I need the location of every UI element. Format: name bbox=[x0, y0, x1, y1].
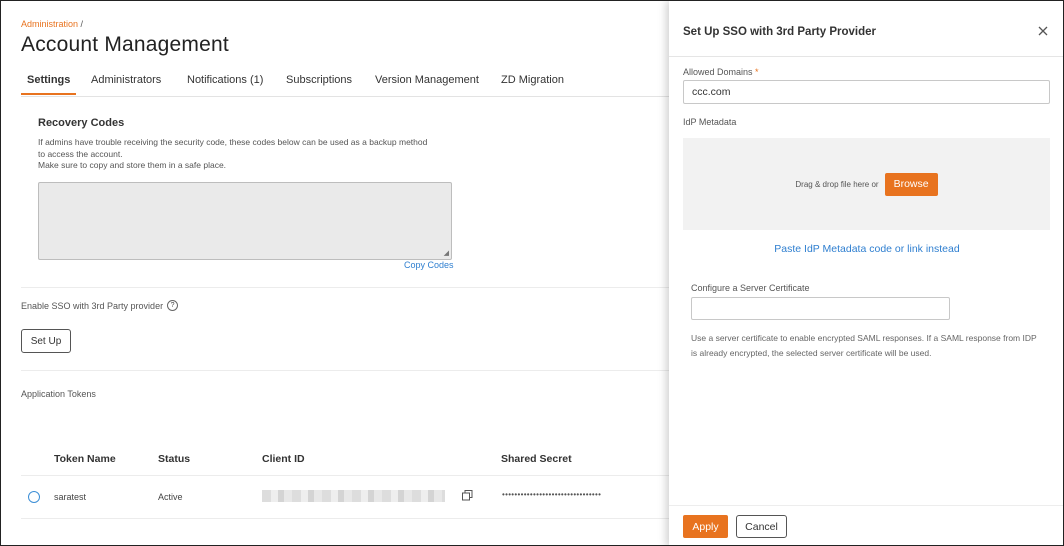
app-window: Administration / Account Management Sett… bbox=[0, 0, 1064, 546]
column-header-client-id: Client ID bbox=[262, 453, 305, 465]
browse-button[interactable]: Browse bbox=[884, 172, 938, 196]
token-name-cell: saratest bbox=[54, 492, 87, 502]
column-header-status: Status bbox=[158, 453, 191, 465]
required-mark: * bbox=[755, 67, 759, 77]
recovery-codes-description: If admins have trouble receiving the sec… bbox=[38, 137, 458, 172]
resize-grip-icon[interactable]: ◢ bbox=[444, 250, 449, 257]
tab-settings[interactable]: Settings bbox=[20, 74, 77, 95]
idp-metadata-label: IdP Metadata bbox=[683, 117, 737, 127]
recovery-codes-textarea[interactable]: ◢ bbox=[38, 182, 452, 260]
page-title: Account Management bbox=[21, 33, 229, 56]
allowed-domains-input[interactable] bbox=[683, 80, 1050, 104]
enable-sso-label: Enable SSO with 3rd Party provider ? bbox=[21, 300, 179, 311]
recovery-description-line: to access the account. bbox=[38, 148, 123, 159]
tab-bar: Settings Administrators Notifications (1… bbox=[20, 73, 669, 97]
paste-idp-metadata-link[interactable]: Paste IdP Metadata code or link instead bbox=[669, 243, 1063, 255]
column-header-token-name: Token Name bbox=[54, 453, 116, 465]
copy-codes-link[interactable]: Copy Codes bbox=[404, 260, 454, 270]
breadcrumb-separator: / bbox=[80, 19, 84, 29]
recovery-description-line: Make sure to copy and store them in a sa… bbox=[38, 160, 227, 170]
idp-metadata-dropzone[interactable]: Drag & drop file here or Browse bbox=[683, 138, 1050, 230]
section-divider bbox=[21, 370, 669, 371]
cancel-button[interactable]: Cancel bbox=[736, 515, 787, 538]
tab-version-management[interactable]: Version Management bbox=[375, 74, 479, 86]
section-divider bbox=[21, 287, 669, 288]
sso-setup-drawer: Set Up SSO with 3rd Party Provider Allow… bbox=[669, 1, 1063, 545]
copy-icon[interactable] bbox=[462, 490, 473, 501]
recovery-codes-title: Recovery Codes bbox=[38, 117, 125, 129]
tab-subscriptions[interactable]: Subscriptions bbox=[286, 74, 352, 86]
drawer-header: Set Up SSO with 3rd Party Provider bbox=[669, 1, 1063, 57]
row-select-radio[interactable] bbox=[28, 491, 40, 503]
sso-setup-button[interactable]: Set Up bbox=[21, 329, 71, 353]
apply-button[interactable]: Apply bbox=[683, 515, 728, 538]
tab-administrators[interactable]: Administrators bbox=[91, 74, 161, 86]
breadcrumb: Administration / bbox=[21, 19, 83, 29]
allowed-domains-label-text: Allowed Domains bbox=[683, 67, 753, 77]
drawer-title: Set Up SSO with 3rd Party Provider bbox=[683, 26, 876, 38]
token-status-cell: Active bbox=[158, 492, 183, 502]
server-certificate-label: Configure a Server Certificate bbox=[691, 283, 810, 293]
server-certificate-help: Use a server certificate to enable encry… bbox=[691, 333, 1037, 358]
account-management-page: Administration / Account Management Sett… bbox=[1, 1, 669, 545]
close-icon[interactable] bbox=[1036, 24, 1050, 38]
dropzone-text: Drag & drop file here or bbox=[795, 179, 879, 189]
column-header-shared-secret: Shared Secret bbox=[501, 453, 572, 465]
application-tokens-label: Application Tokens bbox=[21, 389, 96, 399]
server-certificate-input[interactable] bbox=[691, 297, 950, 320]
breadcrumb-administration-link[interactable]: Administration bbox=[21, 19, 78, 29]
allowed-domains-label: Allowed Domains * bbox=[683, 67, 759, 77]
tab-zd-migration[interactable]: ZD Migration bbox=[501, 74, 564, 86]
table-row-divider bbox=[21, 518, 669, 519]
drawer-footer-divider bbox=[669, 505, 1063, 506]
table-header-divider bbox=[21, 475, 669, 476]
shared-secret-cell: •••••••••••••••••••••••••••••••• bbox=[502, 490, 602, 499]
recovery-description-line: If admins have trouble receiving the sec… bbox=[38, 137, 428, 147]
question-circle-icon[interactable]: ? bbox=[167, 300, 179, 311]
enable-sso-label-text: Enable SSO with 3rd Party provider bbox=[21, 300, 164, 311]
tab-notifications[interactable]: Notifications (1) bbox=[187, 74, 263, 86]
client-id-blurred-value bbox=[262, 490, 445, 502]
